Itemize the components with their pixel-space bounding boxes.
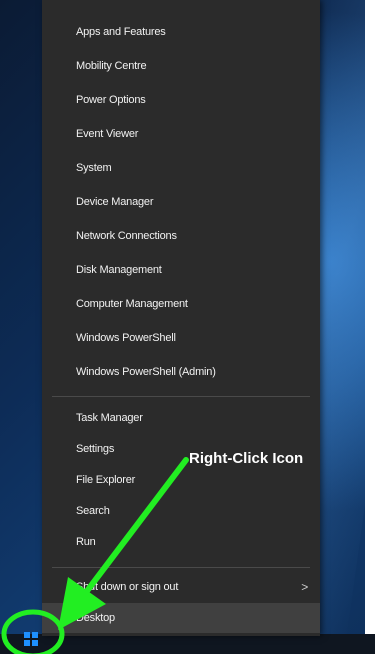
windows-logo-icon [24,632,38,646]
menu-item-windows-powershell[interactable]: Windows PowerShell [42,323,320,353]
menu-item-label: Disk Management [76,264,162,276]
annotation-label: Right-Click Icon [189,450,304,467]
menu-item-label: Device Manager [76,196,154,208]
menu-item-device-manager[interactable]: Device Manager [42,187,320,217]
menu-item-label: Desktop [76,612,115,624]
menu-item-windows-powershell-admin[interactable]: Windows PowerShell (Admin) [42,357,320,387]
menu-item-disk-management[interactable]: Disk Management [42,255,320,285]
menu-item-task-manager[interactable]: Task Manager [42,403,320,433]
menu-item-computer-management[interactable]: Computer Management [42,289,320,319]
menu-item-label: File Explorer [76,474,136,486]
menu-item-label: Search [76,505,110,517]
menu-item-label: Computer Management [76,298,188,310]
menu-item-label: Apps and Features [76,26,166,38]
menu-item-label: Power Options [76,94,146,106]
menu-item-label: Settings [76,443,115,455]
menu-item-file-explorer[interactable]: File Explorer [42,465,320,495]
menu-item-label: Event Viewer [76,128,139,140]
menu-separator [52,396,310,397]
menu-item-label: Shut down or sign out [76,581,179,593]
menu-item-system[interactable]: System [42,153,320,183]
menu-item-network-connections[interactable]: Network Connections [42,221,320,251]
menu-item-label: Run [76,536,96,548]
menu-item-run[interactable]: Run [42,527,320,557]
menu-item-label: System [76,162,112,174]
screen-edge [365,0,375,654]
start-button[interactable] [18,628,44,650]
menu-item-apps-and-features[interactable]: Apps and Features [42,17,320,47]
menu-item-label: Windows PowerShell [76,332,176,344]
winx-context-menu: Apps and Features Mobility Centre Power … [42,0,320,636]
menu-item-label: Task Manager [76,412,143,424]
menu-separator [52,567,310,568]
menu-item-search[interactable]: Search [42,496,320,526]
menu-item-desktop[interactable]: Desktop [42,603,320,633]
menu-item-mobility-centre[interactable]: Mobility Centre [42,51,320,81]
menu-item-label: Mobility Centre [76,60,147,72]
menu-item-label: Network Connections [76,230,177,242]
taskbar [0,634,375,654]
menu-item-event-viewer[interactable]: Event Viewer [42,119,320,149]
menu-item-power-options[interactable]: Power Options [42,85,320,115]
menu-item-shut-down-or-sign-out[interactable]: Shut down or sign out > [42,572,320,602]
chevron-right-icon: > [301,580,308,594]
menu-item-label: Windows PowerShell (Admin) [76,366,216,378]
